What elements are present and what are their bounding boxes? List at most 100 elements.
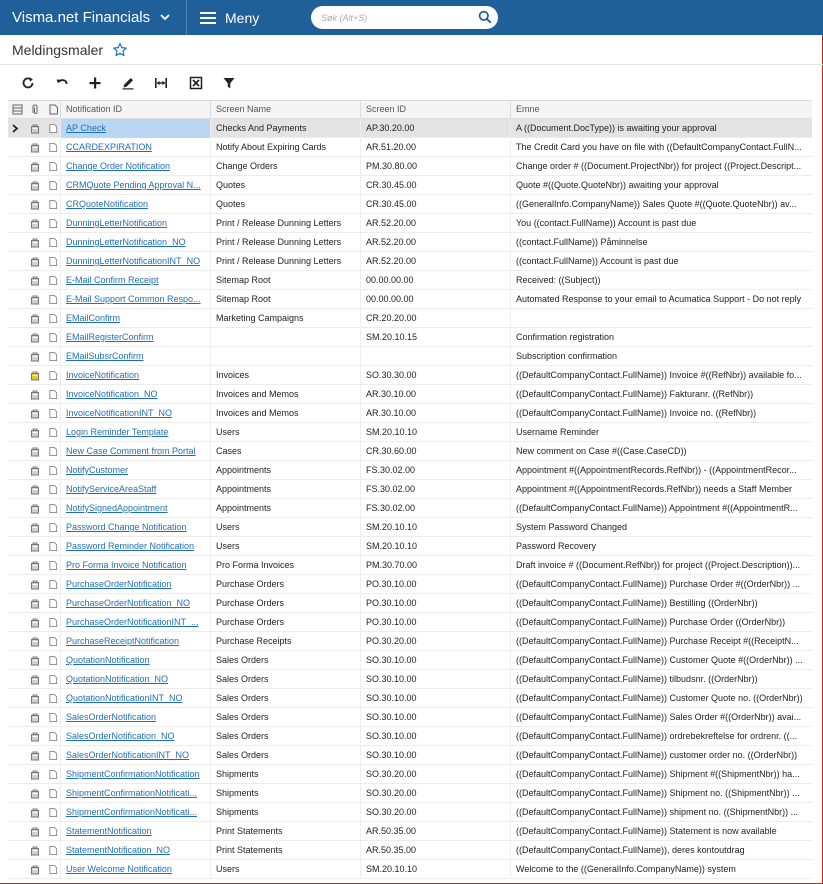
table-row[interactable]: E-Mail Confirm Receipt Sitemap Root 00.00.… — [8, 271, 812, 290]
note-icon[interactable] — [48, 674, 58, 685]
notification-id-link[interactable]: QuotationNotificationINT_NO — [66, 693, 183, 703]
notification-id-link[interactable]: Password Change Notification — [66, 522, 187, 532]
files-icon[interactable] — [30, 712, 40, 723]
column-header-notification-id[interactable]: Notification ID — [60, 101, 210, 118]
notification-id-link[interactable]: InvoiceNotificationINT_NO — [66, 408, 172, 418]
files-icon[interactable] — [30, 598, 40, 609]
files-icon[interactable] — [30, 237, 40, 248]
column-header-emne[interactable]: Emne — [510, 101, 812, 118]
files-icon[interactable] — [30, 142, 40, 153]
notification-id-link[interactable]: ShipmentConfirmationNotificati... — [66, 807, 197, 817]
files-icon[interactable] — [30, 845, 40, 856]
filter-button[interactable] — [218, 72, 240, 94]
column-header-screen-name[interactable]: Screen Name — [210, 101, 360, 118]
table-row[interactable]: EMailConfirm Marketing Campaigns CR.20.20.… — [8, 309, 812, 328]
notification-id-link[interactable]: AP Check — [66, 123, 106, 133]
table-row[interactable]: Change Order Notification Change Orders PM… — [8, 157, 812, 176]
notification-id-link[interactable]: PurchaseOrderNotificationINT_... — [66, 617, 199, 627]
notification-id-link[interactable]: QuotationNotification — [66, 655, 150, 665]
notification-id-link[interactable]: Login Reminder Template — [66, 427, 168, 437]
notification-id-link[interactable]: CRMQuote Pending Approval N... — [66, 180, 201, 190]
notification-id-link[interactable]: PurchaseOrderNotification_NO — [66, 598, 190, 608]
files-icon[interactable] — [30, 769, 40, 780]
note-icon[interactable] — [48, 864, 58, 875]
files-icon[interactable] — [30, 294, 40, 305]
note-icon[interactable] — [48, 503, 58, 514]
table-row[interactable]: InvoiceNotification Invoices SO.30.30.00((… — [8, 366, 812, 385]
table-row[interactable]: E-Mail Support Common Respo... Sitemap Ro… — [8, 290, 812, 309]
notification-id-link[interactable]: PurchaseOrderNotification — [66, 579, 172, 589]
note-icon[interactable] — [48, 465, 58, 476]
note-icon[interactable] — [48, 199, 58, 210]
note-icon[interactable] — [48, 161, 58, 172]
notification-id-link[interactable]: SalesOrderNotification — [66, 712, 156, 722]
table-row[interactable]: PurchaseOrderNotificationINT_... Purchase… — [8, 613, 812, 632]
table-row[interactable]: QuotationNotification_NO Sales Orders SO.3… — [8, 670, 812, 689]
table-row[interactable]: ShipmentConfirmationNotificati... Shipmen… — [8, 803, 812, 822]
column-header-screen-id[interactable]: Screen ID — [360, 101, 510, 118]
favorite-star-icon[interactable] — [112, 42, 128, 58]
notification-id-link[interactable]: PurchaseReceiptNotification — [66, 636, 179, 646]
note-icon[interactable] — [48, 370, 58, 381]
refresh-button[interactable] — [17, 72, 39, 94]
table-row[interactable]: SalesOrderNotification_NO Sales Orders SO.… — [8, 727, 812, 746]
files-icon[interactable] — [30, 807, 40, 818]
notification-id-link[interactable]: EMailRegisterConfirm — [66, 332, 154, 342]
note-icon[interactable] — [48, 294, 58, 305]
table-row[interactable]: SalesOrderNotification Sales Orders SO.30.… — [8, 708, 812, 727]
notification-id-link[interactable]: Change Order Notification — [66, 161, 170, 171]
note-icon[interactable] — [48, 598, 58, 609]
notification-id-link[interactable]: InvoiceNotification_NO — [66, 389, 158, 399]
note-icon[interactable] — [48, 636, 58, 647]
edit-button[interactable] — [117, 72, 139, 94]
note-icon[interactable] — [48, 560, 58, 571]
notification-id-link[interactable]: NotifyServiceAreaStaff — [66, 484, 156, 494]
note-icon[interactable] — [48, 541, 58, 552]
files-icon[interactable] — [30, 693, 40, 704]
notification-id-link[interactable]: SalesOrderNotification_NO — [66, 731, 175, 741]
notification-id-link[interactable]: CCARDEXPIRATION — [66, 142, 152, 152]
note-icon[interactable] — [48, 237, 58, 248]
note-icon[interactable] — [48, 313, 58, 324]
table-row[interactable]: AP Check Checks And Payments AP.30.20.00 A … — [8, 119, 812, 138]
search-icon[interactable] — [478, 10, 492, 24]
files-icon[interactable] — [30, 484, 40, 495]
files-icon[interactable] — [30, 370, 40, 381]
table-row[interactable]: DunningLetterNotification_NO Print / Rele… — [8, 233, 812, 252]
files-icon[interactable] — [30, 161, 40, 172]
table-row[interactable]: DunningLetterNotification Print / Release… — [8, 214, 812, 233]
files-icon[interactable] — [30, 731, 40, 742]
notification-id-link[interactable]: EMailConfirm — [66, 313, 120, 323]
files-icon[interactable] — [30, 180, 40, 191]
notification-id-link[interactable]: CRQuoteNotification — [66, 199, 148, 209]
table-row[interactable]: QuotationNotification Sales Orders SO.30.1… — [8, 651, 812, 670]
note-icon[interactable] — [48, 256, 58, 267]
table-row[interactable]: NotifyServiceAreaStaff Appointments FS.30.… — [8, 480, 812, 499]
files-icon[interactable] — [30, 389, 40, 400]
table-row[interactable]: NotifySignedAppointment Appointments FS.30… — [8, 499, 812, 518]
note-icon[interactable] — [48, 522, 58, 533]
notification-id-link[interactable]: E-Mail Confirm Receipt — [66, 275, 159, 285]
table-row[interactable]: User Welcome Notification Users SM.20.10.1… — [8, 860, 812, 879]
menu-button[interactable]: Meny — [200, 0, 259, 35]
note-icon[interactable] — [48, 408, 58, 419]
table-row[interactable]: StatementNotification Print Statements AR.… — [8, 822, 812, 841]
table-row[interactable]: Password Reminder Notification Users SM.20… — [8, 537, 812, 556]
note-icon[interactable] — [48, 389, 58, 400]
table-row[interactable]: New Case Comment from Portal Cases CR.30.6… — [8, 442, 812, 461]
files-icon[interactable] — [30, 408, 40, 419]
note-icon[interactable] — [48, 769, 58, 780]
undo-button[interactable] — [51, 72, 73, 94]
brand-switcher[interactable]: Visma.net Financials — [0, 0, 185, 35]
notification-id-link[interactable]: NotifyCustomer — [66, 465, 128, 475]
notification-id-link[interactable]: User Welcome Notification — [66, 864, 172, 874]
table-row[interactable]: ShipmentConfirmationNotification Shipment… — [8, 765, 812, 784]
note-icon[interactable] — [48, 655, 58, 666]
notification-id-link[interactable]: QuotationNotification_NO — [66, 674, 168, 684]
table-row[interactable]: PurchaseOrderNotification Purchase Orders… — [8, 575, 812, 594]
notification-id-link[interactable]: Pro Forma Invoice Notification — [66, 560, 187, 570]
files-icon[interactable] — [30, 313, 40, 324]
note-icon[interactable] — [48, 712, 58, 723]
table-row[interactable]: CCARDEXPIRATION Notify About Expiring Car… — [8, 138, 812, 157]
notification-id-link[interactable]: DunningLetterNotification_NO — [66, 237, 186, 247]
